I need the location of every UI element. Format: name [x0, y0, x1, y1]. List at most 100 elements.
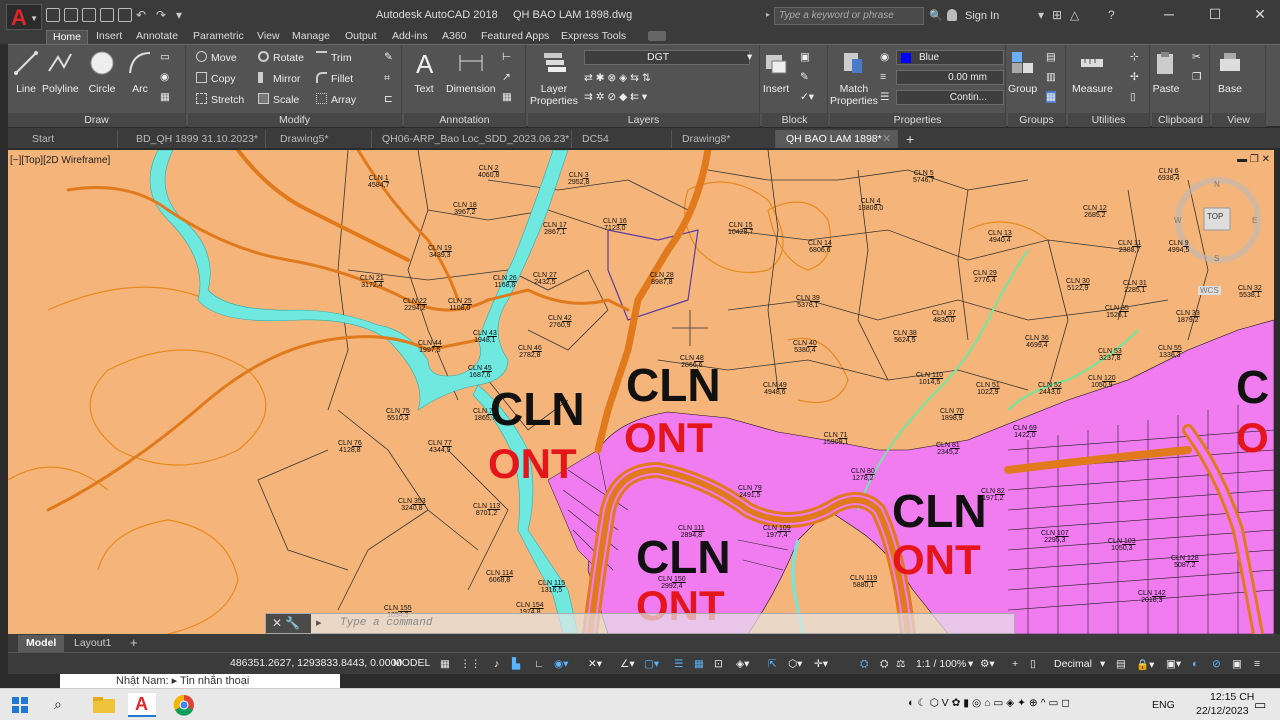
block-panel-title[interactable]: Block — [762, 113, 827, 127]
minimize-button[interactable]: ─ — [1154, 6, 1184, 22]
chrome-icon[interactable] — [170, 693, 198, 717]
ortho-icon[interactable]: ∟ — [534, 658, 544, 670]
close-tab-icon[interactable]: ✕ — [882, 130, 891, 148]
viewport-window-controls[interactable]: ▬ ❐ ✕ — [1237, 154, 1270, 165]
tab-a360[interactable]: A360 — [436, 30, 473, 44]
undo-icon[interactable]: ↶ — [136, 8, 152, 22]
file-tab[interactable]: Drawing8* — [672, 130, 776, 148]
move-tool[interactable]: Move — [196, 51, 237, 64]
tab-parametric[interactable]: Parametric — [187, 30, 250, 44]
dynamic-input-icon[interactable]: ▙ — [512, 658, 520, 670]
windows-start-icon[interactable] — [12, 697, 28, 713]
chevron-down-icon[interactable]: ▾ — [1100, 658, 1105, 670]
tab-annotate[interactable]: Annotate — [130, 30, 184, 44]
coordinate-readout[interactable]: 486351.2627, 1293833.8443, 0.0000 — [230, 657, 402, 669]
text-tool[interactable]: A Text — [410, 49, 438, 95]
quick-select-icon[interactable]: ⊹ — [1130, 51, 1139, 63]
arc-tool[interactable]: Arc — [126, 49, 154, 95]
open-file-icon[interactable] — [64, 8, 78, 22]
lineweight-dropdown[interactable]: 0.00 mm — [896, 70, 1004, 85]
layer-dropdown[interactable]: DGT — [584, 50, 750, 65]
viewcube-north[interactable]: N — [1214, 180, 1220, 189]
file-tab[interactable]: DC54 — [572, 130, 672, 148]
chevron-down-icon[interactable]: ▾ — [968, 658, 973, 670]
transparency-icon[interactable]: ▦ — [694, 658, 704, 670]
linear-dim-icon[interactable]: ⊢ — [502, 51, 511, 63]
notification-icon[interactable]: ▭ — [1254, 697, 1266, 713]
attributes-icon[interactable]: ✓▾ — [800, 91, 814, 103]
annotation-scale-icon[interactable]: ⚖ — [896, 658, 905, 670]
redo-icon[interactable]: ↷ — [156, 8, 172, 22]
dynamic-ucs-icon[interactable]: ⇱ — [768, 658, 777, 670]
mirror-tool[interactable]: Mirror — [258, 72, 300, 85]
tab-layout1[interactable]: Layout1 — [66, 635, 119, 652]
workspace-icon[interactable]: ⚙▾ — [980, 658, 995, 670]
array-tool[interactable]: Array — [316, 93, 356, 106]
clean-screen-icon[interactable]: ⊘ — [1212, 658, 1221, 670]
draw-panel-title[interactable]: Draw — [8, 113, 185, 127]
dimension-tool[interactable]: Dimension — [446, 49, 496, 95]
groups-panel-title[interactable]: Groups — [1008, 113, 1065, 127]
fillet-tool[interactable]: Fillet — [316, 72, 353, 85]
lock-ui-icon[interactable]: 🔒▾ — [1136, 658, 1154, 671]
group-edit-icon[interactable]: ▥ — [1046, 71, 1056, 83]
clock-date[interactable]: 22/12/2023 — [1196, 705, 1249, 717]
viewport-label[interactable]: [−][Top][2D Wireframe] — [10, 155, 110, 166]
layer-properties-tool[interactable]: Layer Properties — [530, 49, 578, 107]
save-as-icon[interactable] — [100, 8, 114, 22]
tab-view[interactable]: View — [251, 30, 286, 44]
erase-icon[interactable]: ✎ — [384, 51, 393, 63]
linetype-dropdown[interactable]: Contin... — [896, 90, 1004, 105]
dropdown-icon[interactable]: ▾ — [1038, 8, 1044, 22]
annotation-visibility-icon[interactable]: ⛭ — [860, 658, 868, 671]
match-properties-tool[interactable]: Match Properties — [830, 49, 878, 107]
ungroup-icon[interactable]: ▤ — [1046, 51, 1056, 63]
print-icon[interactable] — [118, 8, 132, 22]
group-select-icon[interactable]: ▦ — [1046, 91, 1056, 103]
user-icon[interactable] — [947, 9, 957, 21]
save-icon[interactable] — [82, 8, 96, 22]
search-input[interactable]: Type a keyword or phrase — [774, 7, 924, 25]
viewcube-west[interactable]: W — [1174, 216, 1182, 225]
osnap-tracking-icon[interactable]: ▢▾ — [644, 658, 659, 670]
units-dropdown[interactable]: Decimal — [1054, 658, 1092, 670]
file-explorer-icon[interactable] — [90, 693, 118, 717]
file-tab[interactable]: BD_QH 1899 31.10.2023* — [126, 130, 266, 148]
layer-tools-icons[interactable]: ⇄ ✱ ⊗ ◈ ⇆ ⇅ — [584, 72, 651, 84]
annotation-panel-title[interactable]: Annotation — [404, 113, 525, 127]
tab-home[interactable]: Home — [46, 30, 89, 44]
search-icon[interactable]: ⌕ — [54, 696, 62, 713]
close-button[interactable]: ✕ — [1245, 6, 1275, 23]
isolate-objects-icon[interactable]: ▣▾ — [1166, 658, 1181, 670]
tab-add-ins[interactable]: Add-ins — [386, 30, 434, 44]
modify-panel-title[interactable]: Modify — [188, 113, 401, 127]
viewcube-south[interactable]: S — [1214, 254, 1219, 263]
tab-insert[interactable]: Insert — [90, 30, 128, 44]
tab-featured-apps[interactable]: Featured Apps — [475, 30, 555, 44]
table-icon[interactable]: ▦ — [502, 91, 512, 103]
file-tab-start[interactable]: Start — [22, 130, 118, 148]
copy-tool[interactable]: Copy — [196, 72, 236, 85]
polar-icon[interactable]: ◉▾ — [554, 658, 568, 670]
selection-cycling-icon[interactable]: ⊡ — [714, 658, 723, 670]
measure-tool[interactable]: Measure — [1072, 49, 1113, 95]
wcs-button[interactable]: WCS — [1198, 286, 1221, 295]
command-line[interactable]: ✕ 🔧 ▸ Type a command — [265, 613, 1015, 634]
sign-in-button[interactable]: Sign In — [965, 10, 999, 22]
new-file-icon[interactable] — [46, 8, 60, 22]
circle-tool[interactable]: Circle — [88, 49, 116, 95]
autoscale-icon[interactable]: ⛭ — [880, 658, 888, 671]
viewcube-east[interactable]: E — [1252, 216, 1257, 225]
offset-icon[interactable]: ⊏ — [384, 93, 393, 105]
rotate-tool[interactable]: Rotate — [258, 51, 304, 64]
edit-block-icon[interactable]: ✎ — [800, 71, 809, 83]
search-expand-icon[interactable]: ▸ — [766, 10, 770, 19]
viewcube-top-label[interactable]: TOP — [1207, 212, 1223, 221]
chevron-down-icon[interactable]: ▾ — [747, 51, 752, 63]
gizmo-icon[interactable]: ✛▾ — [814, 658, 828, 670]
isodraft-icon[interactable]: ✕▾ — [588, 658, 602, 670]
infer-icon[interactable]: ♪ — [494, 658, 499, 670]
language-indicator[interactable]: ENG — [1152, 699, 1175, 711]
view-panel-title[interactable]: View — [1212, 113, 1265, 127]
trim-tool[interactable]: Trim — [316, 51, 352, 64]
